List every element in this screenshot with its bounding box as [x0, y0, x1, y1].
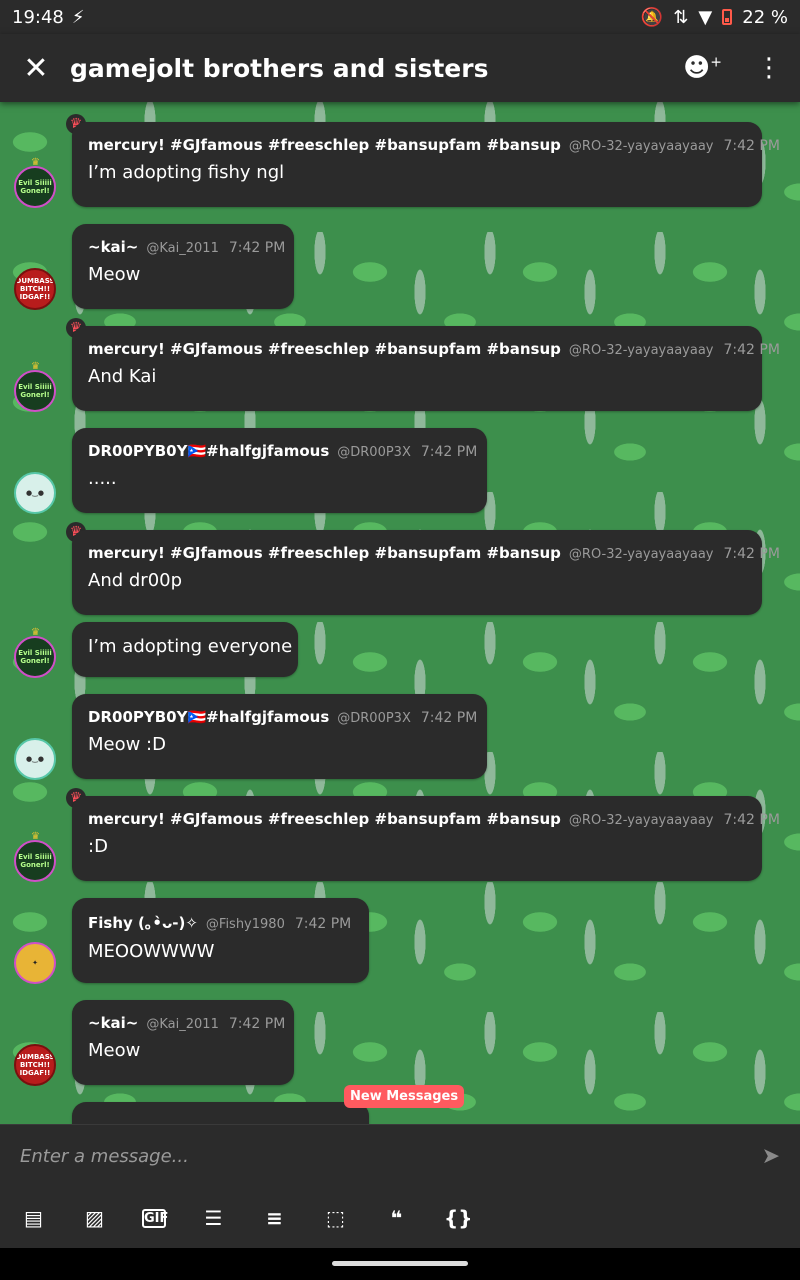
lightning-icon: ⚡: [71, 6, 85, 28]
battery-percent: 22 %: [742, 6, 788, 28]
clock: 19:48: [12, 6, 64, 28]
message-composer: ➤: [0, 1124, 800, 1188]
chat-area[interactable]: ♛ ♛ Evil Siiiii Gonerl! mercury! #GJfamo…: [0, 102, 800, 1124]
formatting-toolbar: ▤ ▨ GIF ☰ ≡ ⬚ ❝ {}: [0, 1188, 800, 1248]
message-time: 7:42 PM: [228, 240, 286, 256]
status-bar: 19:48 ⚡ 🔕 ⇅ ▼ 22 %: [0, 0, 800, 34]
navigation-bar: [0, 1248, 800, 1280]
close-icon[interactable]: ✕: [18, 51, 54, 86]
message-text: Meow: [88, 264, 141, 285]
message-bubble[interactable]: I’m adopting everyone: [72, 622, 298, 677]
bullet-list-icon[interactable]: ☰: [200, 1206, 227, 1230]
sender-name[interactable]: ~kai~: [88, 238, 138, 256]
message-time: 7:42 PM: [420, 710, 478, 726]
sender-handle: @RO-32-yayayaayaay: [568, 547, 714, 562]
sender-handle: @RO-32-yayayaayaay: [568, 813, 714, 828]
message-time: 7:42 PM: [228, 1016, 286, 1032]
message-bubble[interactable]: ~kai~ @Kai_2011 7:42 PM Meow: [72, 224, 294, 309]
message-text: :D: [88, 836, 108, 857]
numbered-list-icon[interactable]: ≡: [261, 1206, 288, 1230]
more-options-icon[interactable]: ⋮: [756, 53, 782, 83]
battery-icon: [722, 9, 733, 25]
avatar[interactable]: ●‿●: [14, 738, 56, 780]
send-icon[interactable]: ➤: [762, 1144, 780, 1169]
avatar[interactable]: DUMBASS BITCH!! IDGAF!!: [14, 268, 56, 310]
image-icon[interactable]: ▨: [81, 1206, 108, 1230]
avatar[interactable]: Evil Siiiii Gonerl!: [14, 840, 56, 882]
avatar[interactable]: Evil Siiiii Gonerl!: [14, 370, 56, 412]
message-text: .....: [88, 468, 117, 489]
sender-name[interactable]: ~kai~: [88, 1014, 138, 1032]
avatar[interactable]: Evil Siiiii Gonerl!: [14, 166, 56, 208]
data-icon: ⇅: [673, 6, 689, 28]
message-bubble[interactable]: mercury! #GJfamous #freeschlep #bansupfa…: [72, 796, 780, 881]
sender-handle: @DR00P3X: [337, 445, 411, 460]
message-time: 7:42 PM: [420, 444, 478, 460]
message-bubble[interactable]: mercury! #GJfamous #freeschlep #bansupfa…: [72, 122, 780, 207]
message-time: 7:42 PM: [723, 546, 780, 562]
message-text: Meow :D: [88, 734, 166, 755]
message-bubble[interactable]: DR00PYB0Y🇵🇷#halfgjfamous @DR00P3X 7:42 P…: [72, 694, 487, 779]
message-text: MEOOWWWW: [88, 941, 215, 962]
sender-name[interactable]: mercury! #GJfamous #freeschlep #bansupfa…: [88, 544, 561, 562]
sender-name[interactable]: Fishy (｡•̀ᴗ-)✧: [88, 912, 198, 933]
message-bubble[interactable]: Fishy (｡•̀ᴗ-)✧ @Fishy1980 7:42 PM MEOOWW…: [72, 898, 369, 983]
add-member-icon[interactable]: ☻+: [683, 53, 722, 83]
message-text: Meow: [88, 1040, 141, 1061]
gif-icon[interactable]: GIF: [142, 1208, 168, 1228]
chat-title: gamejolt brothers and sisters: [70, 53, 489, 83]
sender-handle: @Kai_2011: [146, 241, 219, 256]
sender-name[interactable]: DR00PYB0Y🇵🇷#halfgjfamous: [88, 442, 329, 460]
message-time: 7:42 PM: [723, 138, 780, 154]
message-text: I’m adopting fishy ngl: [88, 162, 285, 183]
sender-handle: @RO-32-yayayaayaay: [568, 343, 714, 358]
sender-handle: @Kai_2011: [146, 1017, 219, 1032]
home-gesture-bar[interactable]: [332, 1261, 468, 1266]
sender-handle: @Fishy1980: [205, 917, 285, 932]
new-messages-badge[interactable]: New Messages: [344, 1085, 465, 1108]
sender-name[interactable]: DR00PYB0Y🇵🇷#halfgjfamous: [88, 708, 329, 726]
sender-handle: @RO-32-yayayaayaay: [568, 139, 714, 154]
message-input[interactable]: [20, 1146, 762, 1167]
sender-handle: @DR00P3X: [337, 711, 411, 726]
message-text: I’m adopting everyone: [88, 636, 293, 657]
avatar[interactable]: ✦: [14, 942, 56, 984]
quote-icon[interactable]: ❝: [383, 1206, 410, 1230]
message-text: And dr00p: [88, 570, 183, 591]
sender-name[interactable]: mercury! #GJfamous #freeschlep #bansupfa…: [88, 136, 561, 154]
message-bubble[interactable]: DR00PYB0Y🇵🇷#halfgjfamous @DR00P3X 7:42 P…: [72, 428, 487, 513]
avatar[interactable]: DUMBASS BITCH!! IDGAF!!: [14, 1044, 56, 1086]
sender-name[interactable]: mercury! #GJfamous #freeschlep #bansupfa…: [88, 340, 561, 358]
avatar[interactable]: ●‿●: [14, 472, 56, 514]
sender-name[interactable]: mercury! #GJfamous #freeschlep #bansupfa…: [88, 810, 561, 828]
mute-icon: 🔕: [640, 6, 664, 28]
message-bubble[interactable]: [72, 1102, 369, 1124]
message-bubble[interactable]: mercury! #GJfamous #freeschlep #bansupfa…: [72, 326, 780, 411]
message-bubble[interactable]: ~kai~ @Kai_2011 7:42 PM Meow: [72, 1000, 294, 1085]
app-bar: ✕ gamejolt brothers and sisters ☻+ ⋮: [0, 34, 800, 102]
message-time: 7:42 PM: [723, 342, 780, 358]
code-icon[interactable]: {}: [444, 1206, 472, 1230]
message-time: 7:42 PM: [723, 812, 780, 828]
avatar[interactable]: Evil Siiiii Gonerl!: [14, 636, 56, 678]
table-icon[interactable]: ▤: [20, 1206, 47, 1230]
wifi-icon: ▼: [698, 6, 713, 28]
message-bubble[interactable]: mercury! #GJfamous #freeschlep #bansupfa…: [72, 530, 780, 615]
message-text: And Kai: [88, 366, 157, 387]
spoiler-icon[interactable]: ⬚: [322, 1206, 349, 1230]
message-time: 7:42 PM: [294, 916, 352, 932]
